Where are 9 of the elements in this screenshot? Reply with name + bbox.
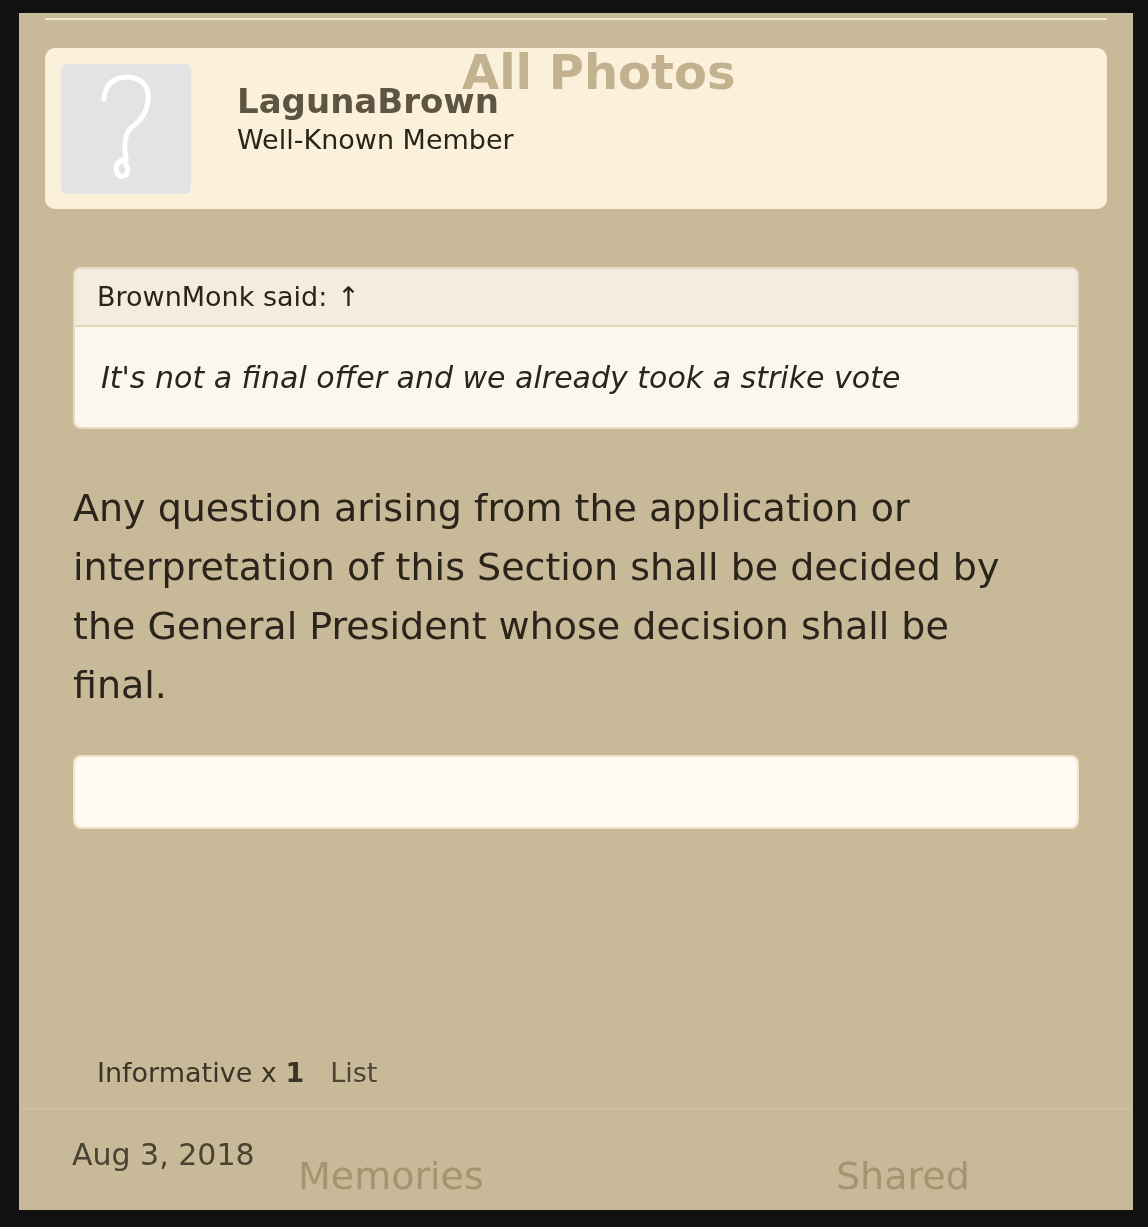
jump-link[interactable]: ↑ bbox=[337, 276, 360, 318]
quote-text: It's not a final offer and we already took a strike vote bbox=[101, 358, 901, 397]
quote-attribution: BrownMonk said: bbox=[97, 279, 328, 314]
list-link[interactable]: List bbox=[330, 1052, 378, 1094]
post-date: Aug 3, 2018 bbox=[72, 1135, 255, 1174]
user-title: Well-Known Member bbox=[237, 122, 514, 157]
avatar-icon bbox=[61, 63, 191, 194]
post-body: Any question arising from the application or interpretation of this Section shall be decided by the General President whose decision shall be final. bbox=[73, 485, 1001, 709]
reaction-summary: Informative x 1 bbox=[97, 1055, 305, 1090]
